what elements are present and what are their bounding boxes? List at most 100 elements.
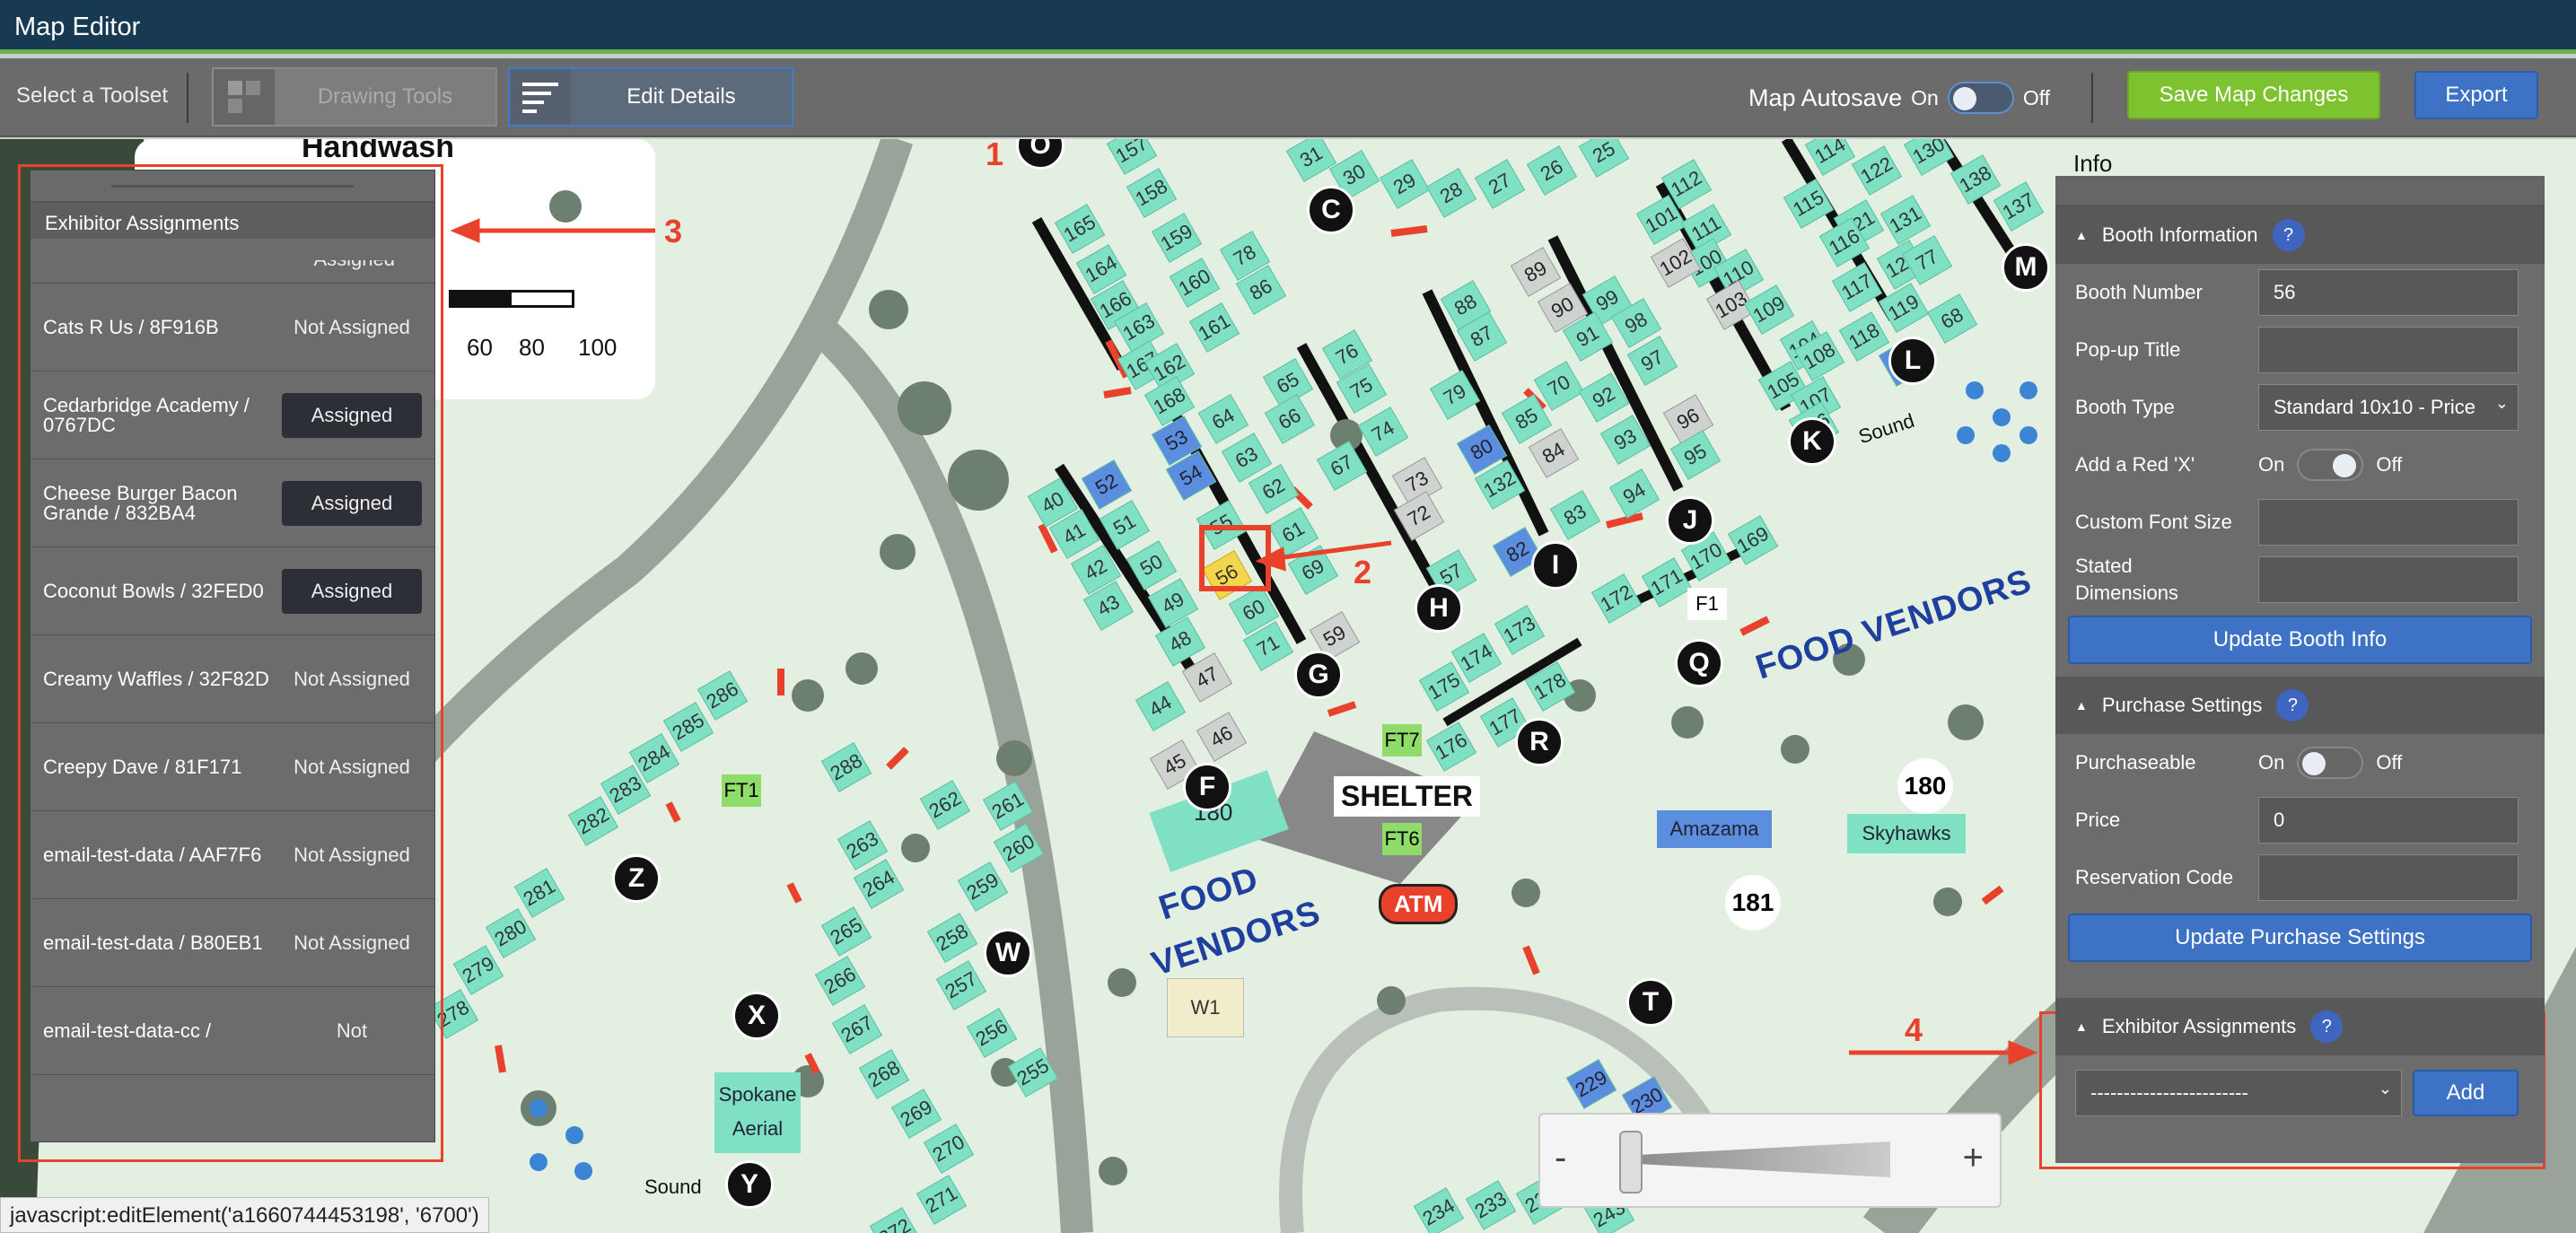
- exhibitor-list-item[interactable]: email-test-data / AAF7F6 Not Assigned: [31, 811, 434, 899]
- exhibitor-list-item[interactable]: Creepy Dave / 81F171 Not Assigned: [31, 723, 434, 811]
- shelter-label: SHELTER: [1334, 776, 1480, 817]
- w1-booth[interactable]: W1: [1167, 978, 1244, 1037]
- edit-details-button[interactable]: Edit Details: [508, 67, 793, 127]
- row-label: L: [1888, 337, 1937, 385]
- drawing-tools-label: Drawing Tools: [317, 84, 453, 109]
- drawing-tools-button[interactable]: Drawing Tools: [212, 67, 497, 127]
- popup-title-row: Pop-up Title: [2055, 321, 2545, 379]
- help-icon[interactable]: ?: [2272, 219, 2305, 251]
- purchase-header[interactable]: ▲ Purchase Settings ?: [2055, 677, 2545, 734]
- save-map-button[interactable]: Save Map Changes: [2127, 71, 2380, 119]
- exhibitor-list-item[interactable]: email-test-data-cc / Not: [31, 987, 434, 1075]
- sound-label: Sound: [644, 1176, 702, 1198]
- help-icon[interactable]: ?: [2310, 1010, 2344, 1043]
- row-label: K: [1788, 417, 1836, 466]
- exhibitor-select[interactable]: ------------------------ ⌄: [2075, 1070, 2402, 1116]
- exhibitor-list-item[interactable]: Creamy Waffles / 32F82D Not Assigned: [31, 635, 434, 723]
- purchaseable-on: On: [2258, 751, 2285, 774]
- reservation-input[interactable]: [2258, 854, 2519, 901]
- export-button[interactable]: Export: [2414, 71, 2538, 119]
- exhibitor-name: Creamy Waffles / 32F82D: [43, 667, 269, 690]
- row-label: H: [1415, 584, 1463, 633]
- f1-booth[interactable]: F1: [1687, 588, 1727, 620]
- annotation-number: 4: [1905, 1011, 1923, 1048]
- exhibitor-assign-header[interactable]: ▲ Exhibitor Assignments ?: [2055, 998, 2545, 1055]
- spokane-aerial-booth[interactable]: Spokane Aerial: [714, 1072, 801, 1153]
- panel-drag-handle[interactable]: [2055, 176, 2545, 206]
- collapse-icon: ▲: [2075, 1019, 2088, 1034]
- add-exhibitor-button[interactable]: Add: [2413, 1070, 2519, 1116]
- toolbar: Select a Toolset Drawing Tools Edit Deta…: [0, 58, 2576, 137]
- ft6-booth[interactable]: FT6: [1382, 823, 1422, 855]
- exhibitor-status: Not Assigned: [294, 755, 410, 778]
- exhibitor-list-item[interactable]: Coconut Bowls / 32FED0 Assigned: [31, 547, 434, 635]
- help-icon[interactable]: ?: [2276, 689, 2309, 721]
- row-label: R: [1515, 718, 1564, 766]
- exhibitor-status[interactable]: Assigned: [282, 392, 422, 438]
- exhibitor-list-item[interactable]: Cheese Burger Bacon Grande / 832BA4 Assig…: [31, 459, 434, 547]
- update-booth-button[interactable]: Update Booth Info: [2068, 616, 2532, 664]
- exhibitor-status[interactable]: Assigned: [282, 568, 422, 614]
- stated-dims-input[interactable]: [2258, 556, 2519, 603]
- area-number: 181: [1725, 875, 1781, 931]
- row-label: X: [732, 992, 781, 1040]
- exhibitor-name: email-test-data / AAF7F6: [43, 843, 262, 866]
- chevron-down-icon: ⌄: [2494, 394, 2509, 412]
- panel-drag-handle[interactable]: [31, 171, 434, 203]
- exhibitor-assign-title: Exhibitor Assignments: [2101, 1015, 2297, 1037]
- purchase-title: Purchase Settings: [2101, 694, 2263, 716]
- row-label: G: [1294, 651, 1343, 699]
- booth-type-row: Booth Type Standard 10x10 - Price ⌄: [2055, 379, 2545, 436]
- scale-bar: [449, 290, 574, 308]
- exhibitor-list[interactable]: Assigned Cats R Us / 8F916BNot AssignedC…: [31, 260, 434, 1141]
- exhibitor-list-item[interactable]: Cedarbridge Academy / 0767DC Assigned: [31, 372, 434, 459]
- collapse-icon: ▲: [2075, 698, 2088, 713]
- row-label: C: [1307, 186, 1355, 234]
- autosave-toggle[interactable]: [1947, 82, 2014, 114]
- drawing-tools-icon: [214, 69, 275, 125]
- edit-details-icon: [510, 69, 571, 125]
- booth-info-title: Booth Information: [2101, 223, 2258, 246]
- collapse-icon: ▲: [2075, 228, 2088, 242]
- booth-type-select[interactable]: Standard 10x10 - Price ⌄: [2258, 384, 2519, 431]
- zoom-track[interactable]: [1621, 1141, 1890, 1177]
- exhibitor-list-item[interactable]: email-test-data / B80EB1 Not Assigned: [31, 899, 434, 987]
- booth-info-header[interactable]: ▲ Booth Information ?: [2055, 206, 2545, 264]
- exhibitor-status: Not Assigned: [294, 667, 410, 690]
- purchaseable-toggle[interactable]: [2297, 747, 2364, 779]
- zoom-in-button[interactable]: +: [1963, 1138, 1984, 1178]
- exhibitor-status: Not Assigned: [294, 843, 410, 866]
- status-bar-url: javascript:editElement('a1660744453198',…: [0, 1197, 489, 1233]
- zoom-control: - +: [1538, 1113, 2002, 1208]
- ft1-booth[interactable]: FT1: [722, 774, 761, 807]
- exhibitor-panel-title: Exhibitor Assignments: [31, 203, 434, 239]
- skyhawks-booth[interactable]: Skyhawks: [1847, 814, 1966, 853]
- popup-title-input[interactable]: [2258, 327, 2519, 373]
- info-label: Info: [2073, 150, 2113, 177]
- zoom-slider-thumb[interactable]: [1619, 1131, 1643, 1194]
- booth-number-input[interactable]: 56: [2258, 269, 2519, 316]
- row-label: I: [1531, 541, 1580, 590]
- annotation-number: 2: [1354, 554, 1372, 590]
- spokane-aerial-line: Spokane: [718, 1083, 797, 1106]
- edit-details-label: Edit Details: [626, 84, 736, 109]
- red-x-toggle[interactable]: [2297, 449, 2364, 481]
- zoom-out-button[interactable]: -: [1555, 1138, 1566, 1178]
- price-label: Price: [2075, 809, 2121, 831]
- price-input[interactable]: 0: [2258, 797, 2519, 844]
- row-label: W: [984, 929, 1032, 977]
- exhibitor-name: Coconut Bowls / 32FED0: [43, 579, 264, 602]
- autosave-off: Off: [2022, 85, 2051, 109]
- ft7-booth[interactable]: FT7: [1382, 724, 1422, 756]
- amazama-booth[interactable]: Amazama: [1657, 810, 1772, 848]
- row-label: T: [1626, 978, 1675, 1027]
- custom-font-label: Custom Font Size: [2075, 511, 2232, 533]
- row-label: F: [1183, 763, 1231, 811]
- exhibitor-list-item[interactable]: Cats R Us / 8F916B Not Assigned: [31, 284, 434, 372]
- exhibitor-status[interactable]: Assigned: [282, 480, 422, 526]
- update-purchase-button[interactable]: Update Purchase Settings: [2068, 914, 2532, 962]
- stated-dims-label: Stated Dimensions: [2075, 555, 2178, 604]
- custom-font-input[interactable]: [2258, 499, 2519, 546]
- toolset-label: Select a Toolset: [16, 83, 168, 108]
- exhibitor-assign-row: ------------------------ ⌄ Add: [2055, 1064, 2545, 1122]
